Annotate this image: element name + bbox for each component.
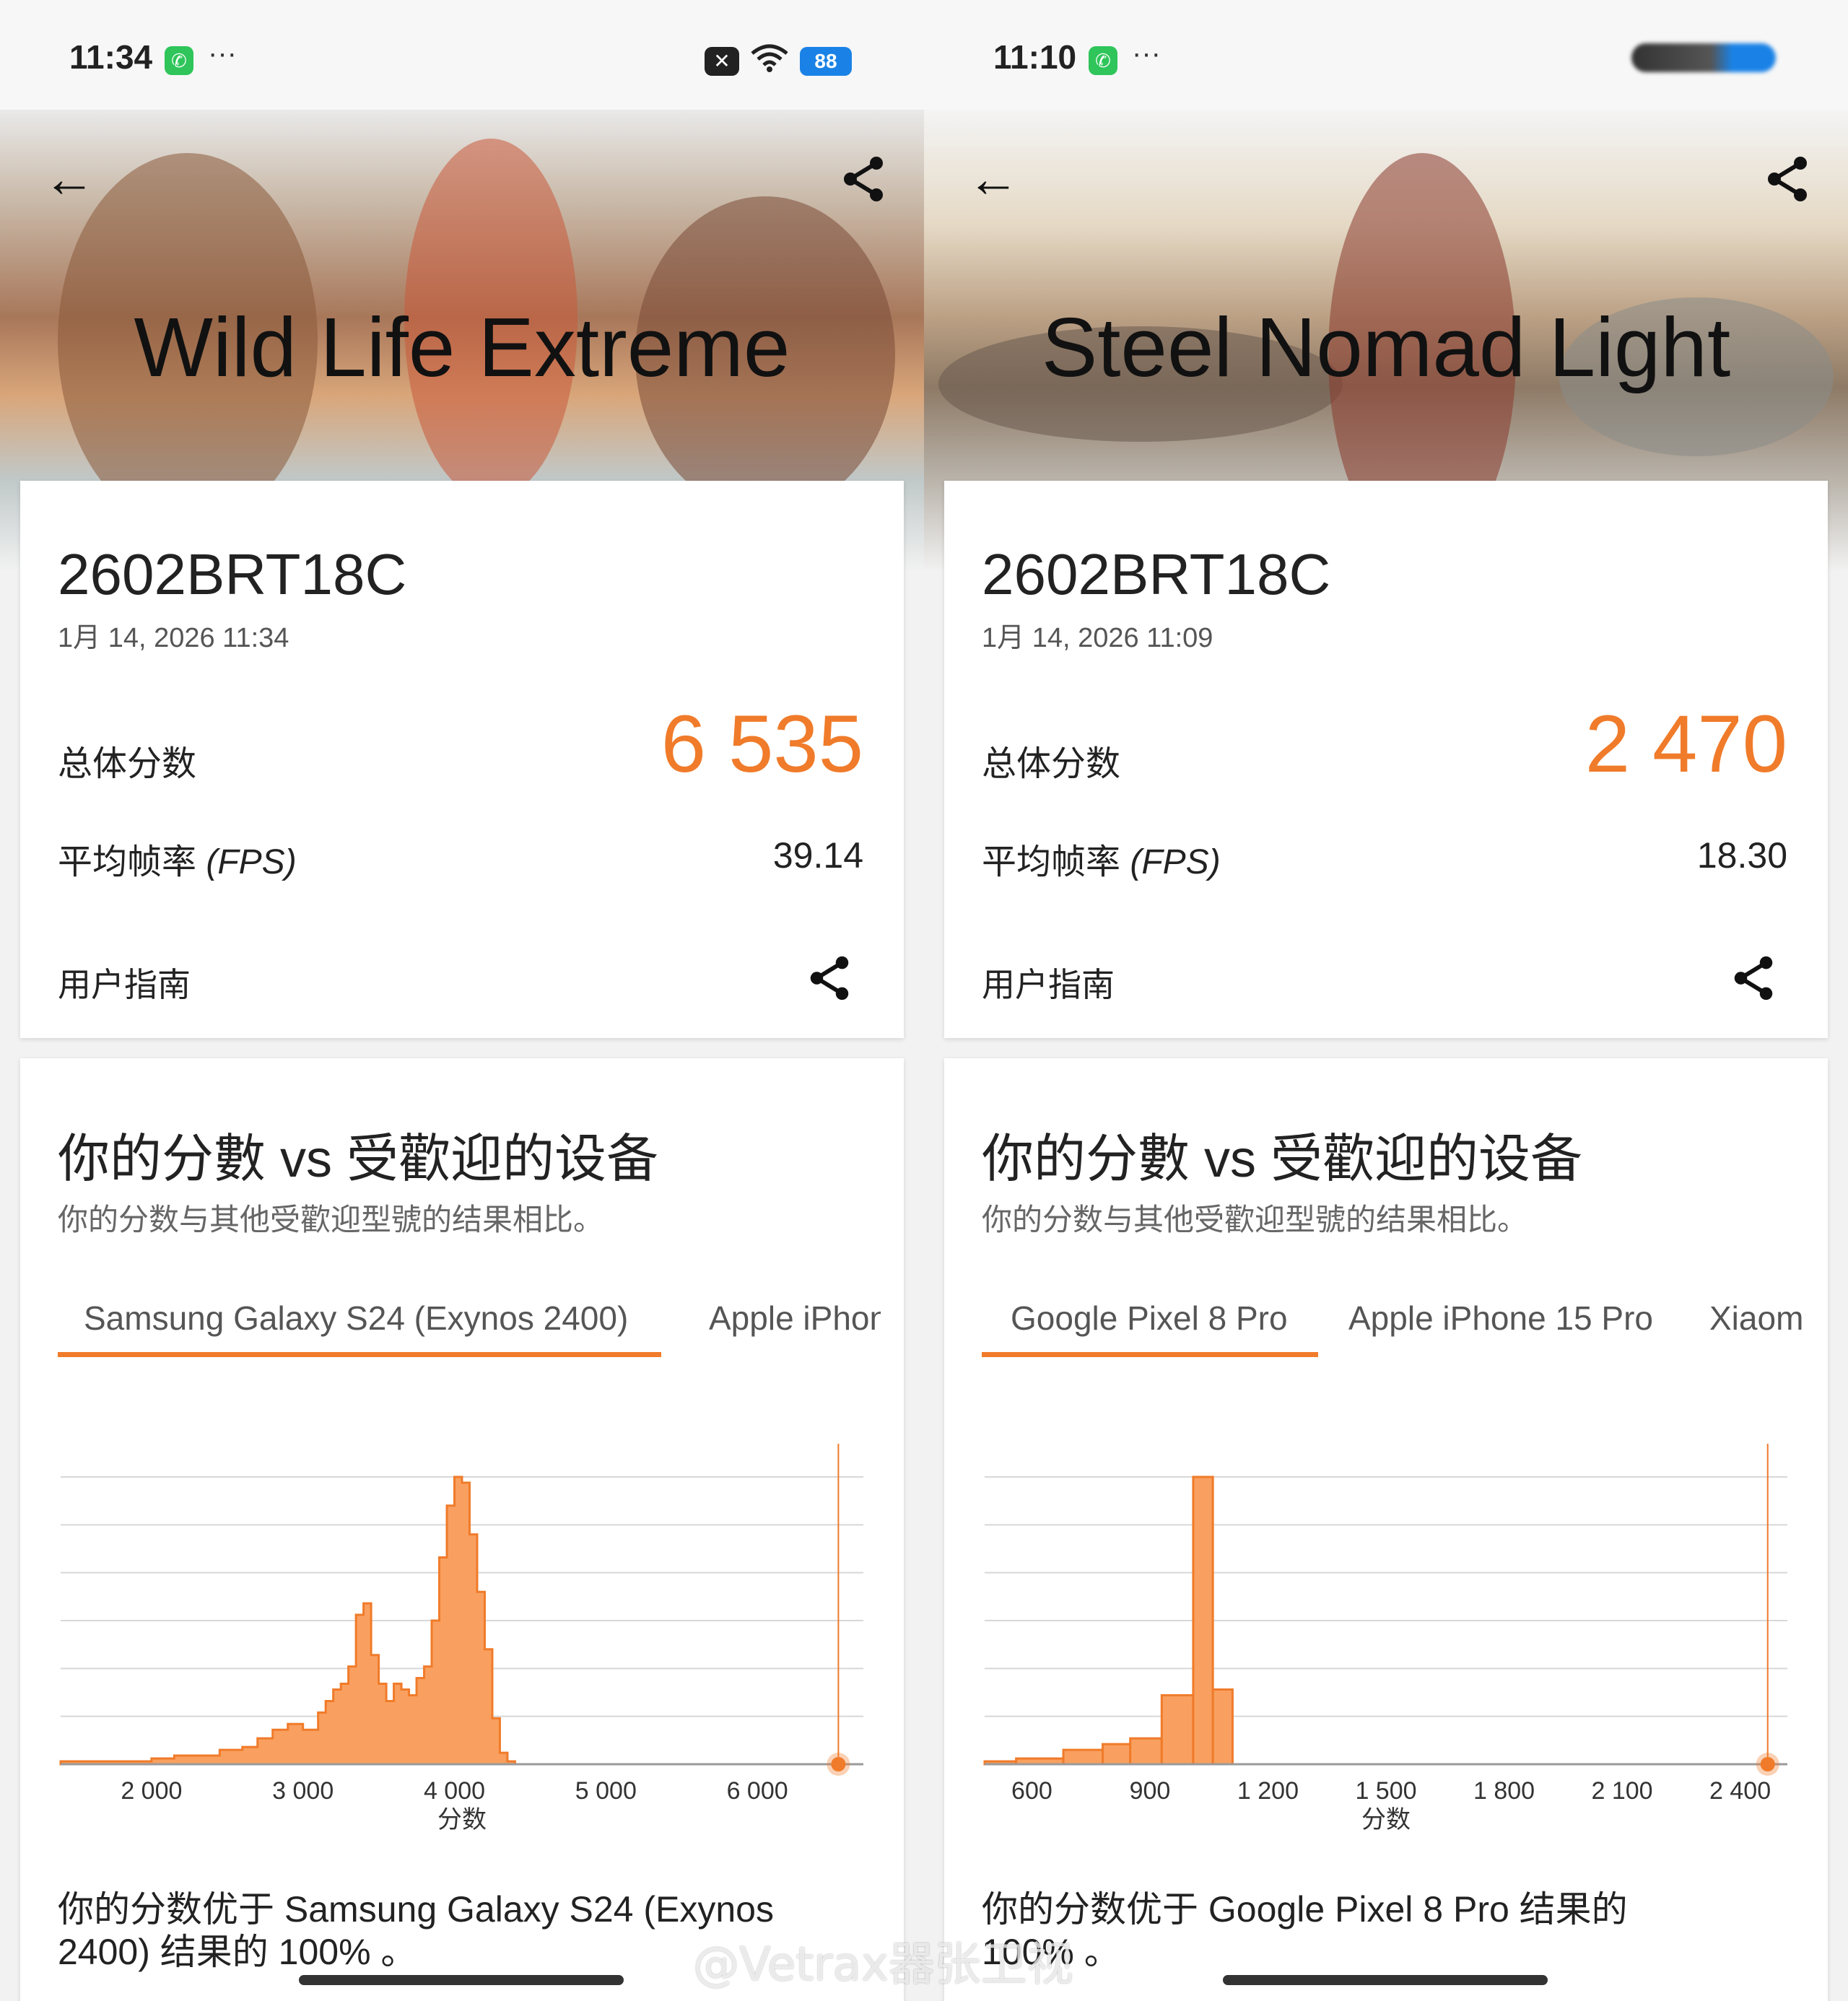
- user-guide-link[interactable]: 用户指南: [982, 959, 1115, 1006]
- share-icon[interactable]: [837, 153, 889, 205]
- device-tabs: Samsung Galaxy S24 (Exynos 2400) Apple i…: [58, 1288, 881, 1357]
- comparison-card: 你的分數 vs 受歡迎的设备 你的分数与其他受歡迎型號的结果相比。 Google…: [944, 1058, 1828, 2001]
- share-result-icon[interactable]: [804, 953, 855, 1003]
- test-date: 1月 14, 2026 11:09: [982, 623, 1213, 653]
- test-date: 1月 14, 2026 11:34: [58, 623, 289, 653]
- comparison-title: 你的分數 vs 受歡迎的设备: [982, 1130, 1583, 1188]
- watermark: @Vetrax器张卫视: [693, 1938, 1073, 1992]
- fps-unit: (FPS): [206, 843, 297, 881]
- wifi-icon: [749, 43, 790, 79]
- fps-label-text: 平均帧率: [982, 843, 1121, 881]
- status-bar: 11:34 ✆ ··· ✕ 88: [0, 0, 924, 110]
- benchmark-title: Steel Nomad Light: [1041, 300, 1731, 394]
- status-time: 11:10: [993, 38, 1077, 76]
- total-score: 2 470: [1585, 699, 1787, 789]
- fps-label: 平均帧率 (FPS): [58, 833, 297, 884]
- x-tick-label: 2 000: [121, 1777, 182, 1805]
- x-axis-label: 分数: [437, 1805, 487, 1834]
- share-icon[interactable]: [1761, 153, 1813, 205]
- x-axis-label: 分数: [1361, 1805, 1411, 1834]
- histogram-bar: [1062, 1748, 1104, 1766]
- your-score-marker: [1760, 1757, 1775, 1771]
- status-time: 11:34: [69, 38, 153, 76]
- x-tick-label: 900: [1130, 1777, 1171, 1805]
- tab-xiaomi[interactable]: Xiaom: [1709, 1288, 1803, 1357]
- result-summary: 你的分数优于 Google Pixel 8 Pro 结果的 100% 。: [982, 1888, 1790, 1974]
- comparison-subtitle: 你的分数与其他受歡迎型號的结果相比。: [982, 1203, 1528, 1237]
- x-tick-label: 1 800: [1473, 1777, 1535, 1805]
- comparison-subtitle: 你的分数与其他受歡迎型號的结果相比。: [58, 1203, 604, 1237]
- comparison-title: 你的分數 vs 受歡迎的设备: [58, 1130, 659, 1188]
- x-tick-label: 3 000: [272, 1777, 334, 1805]
- x-tick-label: 2 100: [1592, 1777, 1653, 1805]
- device-model: 2602BRT18C: [58, 542, 407, 606]
- benchmark-title: Wild Life Extreme: [134, 300, 790, 394]
- total-score: 6 535: [661, 699, 863, 789]
- home-indicator[interactable]: [299, 1975, 624, 1985]
- histogram-bar: [1129, 1737, 1163, 1766]
- total-score-label: 总体分数: [58, 745, 197, 783]
- back-arrow-icon[interactable]: ←: [43, 153, 95, 205]
- tab-samsung-galaxy-s24[interactable]: Samsung Galaxy S24 (Exynos 2400): [58, 1288, 661, 1357]
- result-card: 2602BRT18C 1月 14, 2026 11:09 总体分数 2 470 …: [944, 481, 1828, 1038]
- phone-right: 11:10 ✆ ··· ← Steel Nomad Light 2602BRT1…: [924, 0, 1848, 2001]
- phone-app-icon: ✆: [1089, 46, 1117, 75]
- battery-badge: 88: [800, 47, 852, 76]
- status-more-dots: ···: [1132, 38, 1161, 69]
- histogram-bar: [1211, 1688, 1234, 1766]
- result-summary-line-1: 你的分数优于 Samsung Galaxy S24 (Exynos: [58, 1889, 774, 1930]
- tab-apple-iphone-15-pro[interactable]: Apple iPhone 15 Pro: [1348, 1288, 1653, 1357]
- fps-value: 39.14: [772, 835, 863, 876]
- histogram-bar: [1160, 1693, 1195, 1766]
- back-arrow-icon[interactable]: ←: [967, 153, 1019, 205]
- result-card: 2602BRT18C 1月 14, 2026 11:34 总体分数 6 535 …: [20, 481, 904, 1038]
- comparison-card: 你的分數 vs 受歡迎的设备 你的分数与其他受歡迎型號的结果相比。 Samsun…: [20, 1058, 904, 2001]
- x-tick-label: 6 000: [727, 1777, 788, 1805]
- result-summary-line-1: 你的分数优于 Google Pixel 8 Pro 结果的: [982, 1889, 1628, 1930]
- phone-left: 11:34 ✆ ··· ✕ 88 ← Wild Life Extreme 260…: [0, 0, 924, 2001]
- score-distribution-chart: 600 900 1 200 1 500 1 800 2 100 2 400 分数: [983, 1444, 1787, 1834]
- x-tick-label: 4 000: [424, 1777, 485, 1805]
- your-score-marker: [831, 1757, 846, 1771]
- result-summary-line-2: 100% 。: [982, 1932, 1120, 1972]
- device-model: 2602BRT18C: [982, 542, 1331, 606]
- x-tick-label: 2 400: [1709, 1777, 1771, 1805]
- redacted-status-icons: [1631, 43, 1776, 72]
- x-tick-label: 1 200: [1237, 1777, 1299, 1805]
- status-more-dots: ···: [208, 38, 237, 69]
- home-indicator[interactable]: [1223, 1975, 1548, 1985]
- user-guide-link[interactable]: 用户指南: [58, 959, 191, 1006]
- fps-value: 18.30: [1696, 835, 1787, 876]
- fps-label: 平均帧率 (FPS): [982, 833, 1221, 884]
- tab-google-pixel-8-pro[interactable]: Google Pixel 8 Pro: [982, 1288, 1318, 1357]
- x-tick-label: 5 000: [575, 1777, 637, 1805]
- status-bar: 11:10 ✆ ···: [924, 0, 1848, 110]
- histogram-bar: [1192, 1475, 1214, 1766]
- share-result-icon[interactable]: [1728, 953, 1779, 1003]
- total-score-label: 总体分数: [982, 745, 1121, 783]
- histogram-bar: [1102, 1743, 1132, 1766]
- x-tick-label: 600: [1011, 1777, 1052, 1805]
- fps-unit: (FPS): [1130, 843, 1221, 881]
- tab-apple-iphone[interactable]: Apple iPhon: [709, 1288, 881, 1357]
- device-tabs: Google Pixel 8 Pro Apple iPhone 15 Pro X…: [982, 1288, 1805, 1357]
- x-tick-label: 1 500: [1355, 1777, 1416, 1805]
- fps-label-text: 平均帧率: [58, 843, 197, 881]
- close-status-icon: ✕: [705, 47, 739, 76]
- score-distribution-chart: 2 000 3 000 4 000 5 000 6 000 分数: [59, 1444, 863, 1834]
- phone-app-icon: ✆: [165, 46, 193, 75]
